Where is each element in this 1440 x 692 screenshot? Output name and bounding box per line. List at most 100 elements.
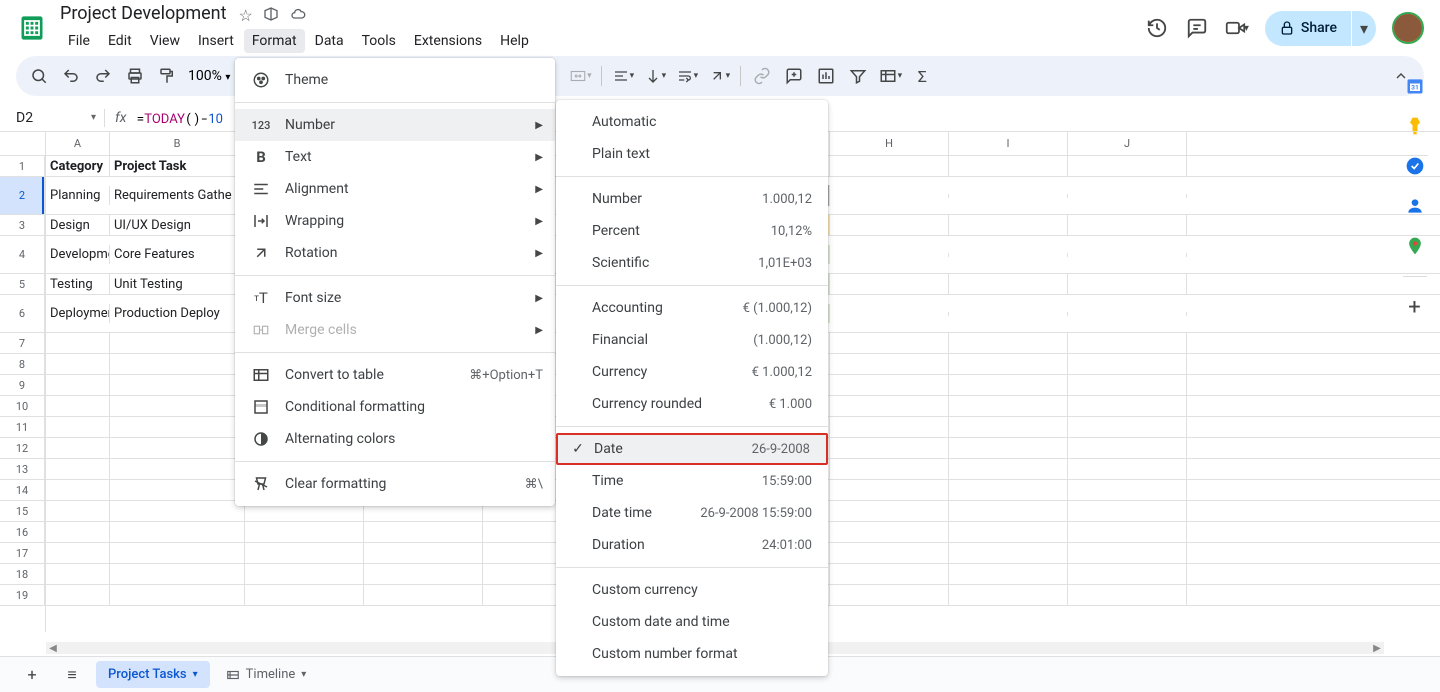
- number-format-time[interactable]: Time15:59:00: [556, 465, 828, 497]
- number-format-custom-currency[interactable]: Custom currency: [556, 574, 828, 606]
- cell-A2[interactable]: Planning: [46, 186, 110, 205]
- redo-icon[interactable]: [88, 61, 118, 91]
- wrap-icon[interactable]: ▾: [672, 61, 702, 91]
- row-header-2[interactable]: 2: [0, 177, 45, 215]
- format-wrapping[interactable]: Wrapping▶: [235, 205, 555, 237]
- cell-I15[interactable]: [949, 501, 1068, 521]
- cell-J3[interactable]: [1068, 215, 1187, 235]
- cell-H19[interactable]: [830, 585, 949, 605]
- format-text[interactable]: BText▶: [235, 141, 555, 173]
- chart-icon[interactable]: [811, 61, 841, 91]
- name-box[interactable]: D2▾: [16, 110, 104, 126]
- cell-A13[interactable]: [46, 459, 110, 479]
- cell-B3[interactable]: UI/UX Design: [110, 215, 245, 235]
- row-header-7[interactable]: 7: [0, 333, 45, 354]
- share-dropdown[interactable]: ▾: [1352, 11, 1376, 46]
- cell-D16[interactable]: [364, 522, 483, 542]
- cell-A11[interactable]: [46, 417, 110, 437]
- col-header-B[interactable]: B: [110, 132, 245, 155]
- cell-J10[interactable]: [1068, 396, 1187, 416]
- format-theme[interactable]: Theme: [235, 64, 555, 96]
- number-format-duration[interactable]: Duration24:01:00: [556, 529, 828, 561]
- number-format-scientific[interactable]: Scientific1,01E+03: [556, 247, 828, 279]
- add-sheet-icon[interactable]: +: [16, 659, 48, 691]
- number-format-currency[interactable]: Currency€ 1.000,12: [556, 356, 828, 388]
- cell-I10[interactable]: [949, 396, 1068, 416]
- meet-icon[interactable]: ▾: [1225, 16, 1249, 40]
- cell-C17[interactable]: [245, 543, 364, 563]
- cell-B11[interactable]: [110, 417, 245, 437]
- account-avatar[interactable]: [1392, 12, 1424, 44]
- cell-H7[interactable]: [830, 333, 949, 353]
- row-header-5[interactable]: 5: [0, 274, 45, 295]
- contacts-icon[interactable]: [1405, 196, 1425, 216]
- cell-H11[interactable]: [830, 417, 949, 437]
- menu-file[interactable]: File: [60, 29, 98, 53]
- cell-H5[interactable]: [830, 274, 949, 294]
- cell-I1[interactable]: [949, 156, 1068, 176]
- row-header-6[interactable]: 6: [0, 295, 45, 333]
- document-title[interactable]: Project Development: [60, 3, 226, 24]
- comment-icon[interactable]: [779, 61, 809, 91]
- cell-B6[interactable]: Production Deploy: [110, 304, 245, 323]
- cell-I14[interactable]: [949, 480, 1068, 500]
- print-icon[interactable]: [120, 61, 150, 91]
- cell-A14[interactable]: [46, 480, 110, 500]
- cell-J7[interactable]: [1068, 333, 1187, 353]
- cell-A17[interactable]: [46, 543, 110, 563]
- cell-A3[interactable]: Design: [46, 215, 110, 235]
- cell-A1[interactable]: Category: [46, 156, 110, 176]
- table-view-icon[interactable]: ▾: [875, 61, 905, 91]
- menu-tools[interactable]: Tools: [354, 29, 404, 53]
- cell-J13[interactable]: [1068, 459, 1187, 479]
- col-header-H[interactable]: H: [830, 132, 949, 155]
- number-format-financial[interactable]: Financial(1.000,12): [556, 324, 828, 356]
- cell-H1[interactable]: [830, 156, 949, 176]
- col-header-A[interactable]: A: [46, 132, 110, 155]
- cell-I9[interactable]: [949, 375, 1068, 395]
- share-button[interactable]: Share: [1265, 11, 1351, 46]
- cell-A9[interactable]: [46, 375, 110, 395]
- cell-B10[interactable]: [110, 396, 245, 416]
- cell-A18[interactable]: [46, 564, 110, 584]
- keep-icon[interactable]: [1405, 116, 1425, 136]
- col-header-I[interactable]: I: [949, 132, 1068, 155]
- row-header-3[interactable]: 3: [0, 215, 45, 236]
- cell-H14[interactable]: [830, 480, 949, 500]
- row-header-9[interactable]: 9: [0, 375, 45, 396]
- cell-B17[interactable]: [110, 543, 245, 563]
- cell-A6[interactable]: Deployment: [46, 304, 110, 323]
- cell-B2[interactable]: Requirements Gathe: [110, 186, 245, 205]
- cell-A16[interactable]: [46, 522, 110, 542]
- undo-icon[interactable]: [56, 61, 86, 91]
- row-header-12[interactable]: 12: [0, 438, 45, 459]
- format-convert-to-table[interactable]: Convert to table⌘+Option+T: [235, 359, 555, 391]
- cell-A4[interactable]: Development: [46, 245, 110, 264]
- cell-H12[interactable]: [830, 438, 949, 458]
- star-icon[interactable]: ☆: [238, 6, 252, 25]
- row-header-19[interactable]: 19: [0, 585, 45, 606]
- cell-I8[interactable]: [949, 354, 1068, 374]
- merge-cells-icon[interactable]: ▾: [565, 61, 595, 91]
- format-number[interactable]: 123Number▶: [235, 109, 555, 141]
- zoom-select[interactable]: 100% ▾: [184, 68, 234, 84]
- cell-C19[interactable]: [245, 585, 364, 605]
- cell-I12[interactable]: [949, 438, 1068, 458]
- cell-H9[interactable]: [830, 375, 949, 395]
- sheets-logo[interactable]: [16, 12, 48, 44]
- row-header-16[interactable]: 16: [0, 522, 45, 543]
- cell-B18[interactable]: [110, 564, 245, 584]
- cell-B7[interactable]: [110, 333, 245, 353]
- cell-J8[interactable]: [1068, 354, 1187, 374]
- cell-J15[interactable]: [1068, 501, 1187, 521]
- h-align-icon[interactable]: ▾: [608, 61, 638, 91]
- formula-input[interactable]: =TODAY()-10: [136, 109, 222, 127]
- number-format-number[interactable]: Number1.000,12: [556, 183, 828, 215]
- cell-A12[interactable]: [46, 438, 110, 458]
- cell-H4[interactable]: [830, 253, 949, 257]
- number-format-percent[interactable]: Percent10,12%: [556, 215, 828, 247]
- format-alternating-colors[interactable]: Alternating colors: [235, 423, 555, 455]
- format-alignment[interactable]: Alignment▶: [235, 173, 555, 205]
- cell-B14[interactable]: [110, 480, 245, 500]
- cell-I2[interactable]: [949, 194, 1068, 198]
